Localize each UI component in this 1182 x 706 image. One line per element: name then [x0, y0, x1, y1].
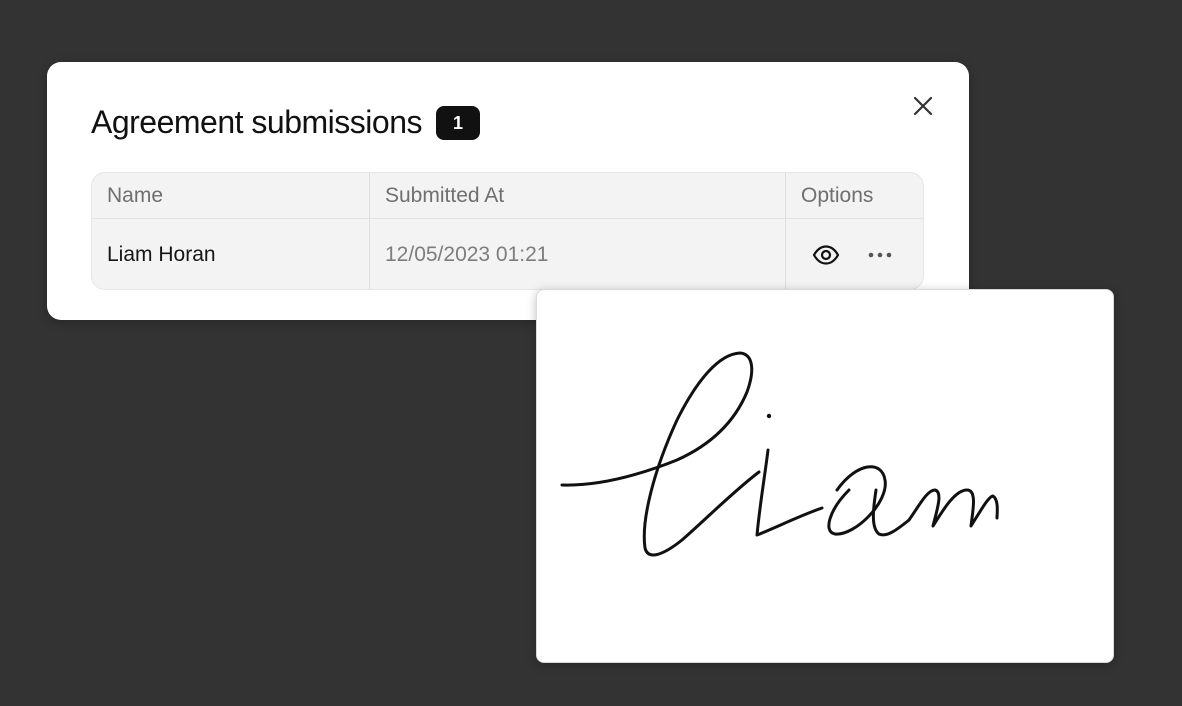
close-button[interactable]: [909, 92, 937, 120]
view-button[interactable]: [808, 237, 844, 273]
more-horizontal-icon: [868, 252, 892, 258]
signature-preview: [536, 289, 1114, 663]
eye-icon: [812, 245, 840, 265]
modal-header: Agreement submissions 1: [91, 104, 480, 140]
table-header-row: Name Submitted At Options: [92, 173, 923, 219]
column-header-options: Options: [801, 183, 874, 207]
more-options-button[interactable]: [862, 237, 898, 273]
count-badge: 1: [435, 106, 480, 140]
submissions-modal: Agreement submissions 1 Name Submitted A…: [47, 62, 969, 320]
column-header-name[interactable]: Name: [92, 173, 370, 218]
submitted-at-value: 12/05/2023 01:21: [370, 219, 786, 289]
submissions-table: Name Submitted At Options Liam Horan 12/…: [91, 172, 924, 290]
modal-title: Agreement submissions: [91, 104, 422, 140]
close-icon: [913, 96, 933, 116]
submitter-name: Liam Horan: [92, 219, 370, 289]
signature-image: [560, 351, 999, 557]
row-options: [786, 219, 923, 289]
table-row[interactable]: Liam Horan 12/05/2023 01:21: [92, 219, 923, 289]
column-header-submitted-at[interactable]: Submitted At: [370, 173, 786, 218]
